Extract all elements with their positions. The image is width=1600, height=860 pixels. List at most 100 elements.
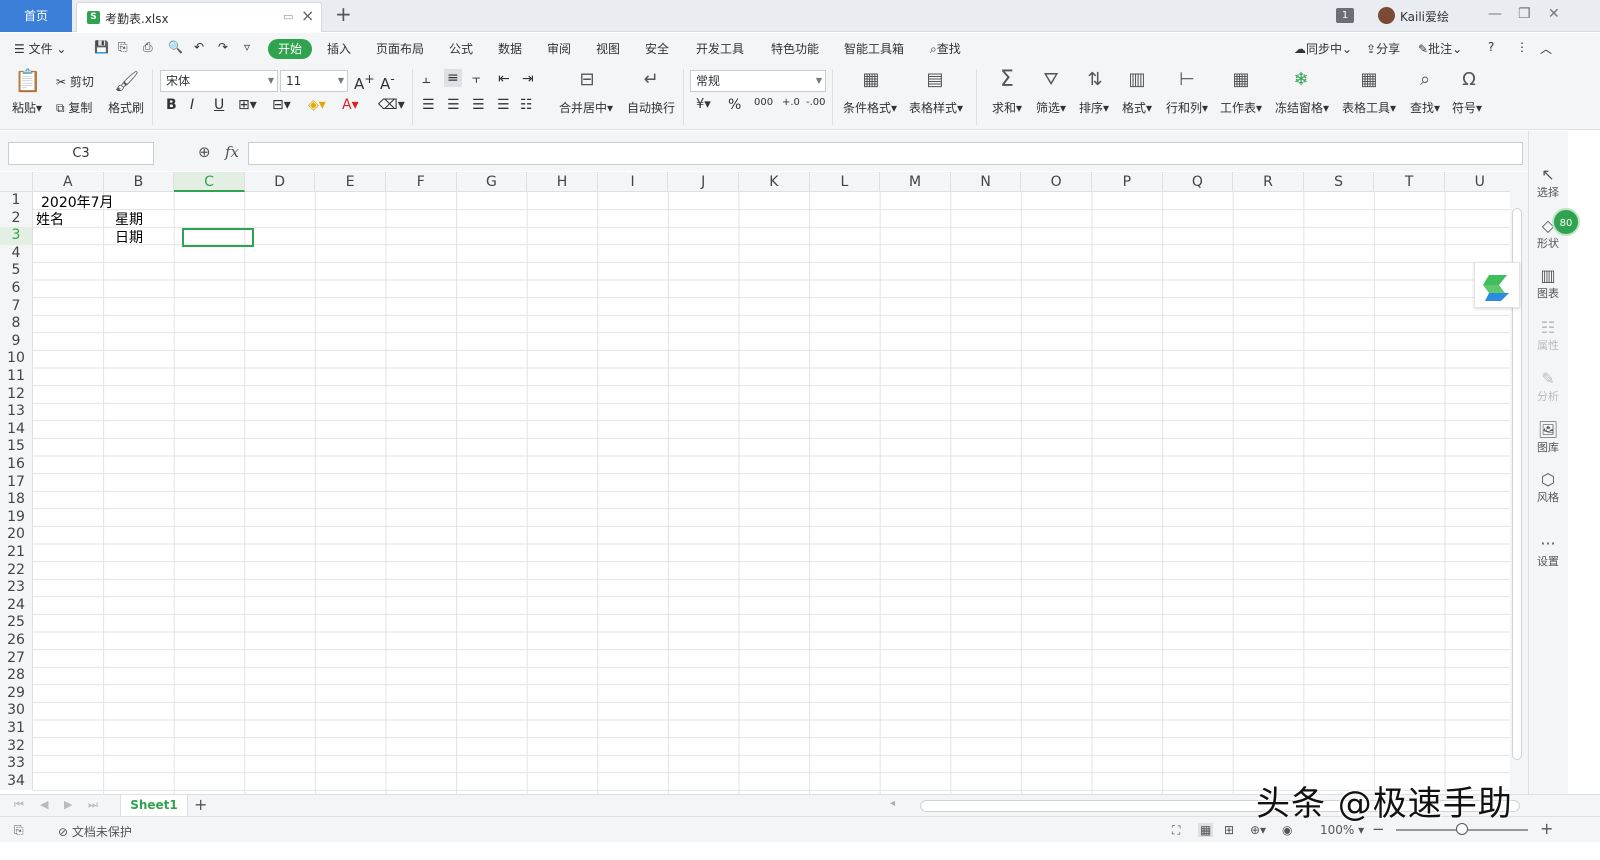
- row-header-25[interactable]: 25: [0, 614, 33, 632]
- align-bottom-button[interactable]: ⫟: [472, 71, 480, 87]
- file-menu[interactable]: ☰ 文件 ⌄: [14, 40, 66, 57]
- column-header-U[interactable]: U: [1445, 172, 1510, 192]
- menu-tab-security[interactable]: 安全: [645, 40, 669, 57]
- align-middle-button[interactable]: ≡: [444, 69, 462, 87]
- prev-sheet-icon[interactable]: ◀: [40, 798, 48, 811]
- align-center-button[interactable]: ☰: [447, 97, 460, 113]
- row-header-34[interactable]: 34: [0, 772, 33, 791]
- cell-B3[interactable]: 日期: [115, 230, 143, 247]
- wrap-text-icon[interactable]: ↵: [638, 69, 664, 90]
- fullscreen-icon[interactable]: ⛶: [1172, 823, 1180, 838]
- cell-A1[interactable]: 2020年7月: [41, 195, 114, 212]
- font-size-select[interactable]: 11 ▼: [280, 70, 348, 92]
- row-header-10[interactable]: 10: [0, 350, 33, 368]
- page-layout-view-icon[interactable]: ⊕▾: [1250, 823, 1266, 837]
- window-pin-icon[interactable]: ▭: [283, 10, 293, 23]
- row-header-33[interactable]: 33: [0, 755, 33, 773]
- column-header-S[interactable]: S: [1303, 172, 1375, 192]
- user-avatar[interactable]: [1378, 7, 1395, 24]
- row-col-button[interactable]: 行和列▾: [1166, 99, 1208, 116]
- percent-button[interactable]: %: [728, 97, 741, 113]
- underline-button[interactable]: U: [214, 97, 224, 113]
- filter-icon[interactable]: ⛛: [1038, 69, 1064, 90]
- find-button[interactable]: 查找▾: [1410, 99, 1440, 116]
- row-header-22[interactable]: 22: [0, 561, 33, 580]
- decrease-font-size-button[interactable]: A-: [380, 71, 395, 93]
- side-properties[interactable]: ☷ 属性: [1530, 318, 1566, 353]
- share-button[interactable]: ⇪分享: [1366, 40, 1400, 57]
- last-sheet-icon[interactable]: ⏭: [88, 798, 98, 812]
- row-header-5[interactable]: 5: [0, 262, 33, 280]
- side-style[interactable]: ⬡ 风格: [1530, 470, 1566, 505]
- row-header-16[interactable]: 16: [0, 456, 33, 474]
- bold-button[interactable]: B: [166, 97, 177, 113]
- side-select[interactable]: ↖ 选择: [1530, 165, 1566, 200]
- macro-icon[interactable]: ⎘: [14, 823, 24, 838]
- row-header-11[interactable]: 11: [0, 368, 33, 386]
- row-header-1[interactable]: 1: [0, 192, 33, 210]
- row-header-29[interactable]: 29: [0, 684, 33, 703]
- table-tools-button[interactable]: 表格工具▾: [1342, 99, 1396, 116]
- row-header-20[interactable]: 20: [0, 526, 33, 544]
- collapse-ribbon-icon[interactable]: ︿: [1540, 40, 1552, 57]
- side-chart[interactable]: ▥ 图表: [1530, 266, 1566, 301]
- worksheet-button[interactable]: 工作表▾: [1220, 99, 1262, 116]
- more-options-icon[interactable]: ⋮: [1516, 40, 1528, 54]
- paste-icon[interactable]: 📋: [14, 69, 42, 94]
- row-header-32[interactable]: 32: [0, 737, 33, 756]
- column-header-Q[interactable]: Q: [1162, 172, 1234, 192]
- column-header-D[interactable]: D: [244, 172, 316, 192]
- export-icon[interactable]: ⎘: [118, 40, 128, 55]
- row-header-15[interactable]: 15: [0, 438, 33, 456]
- row-header-30[interactable]: 30: [0, 702, 33, 720]
- distributed-align-button[interactable]: ☷: [520, 97, 533, 113]
- column-header-M[interactable]: M: [880, 172, 951, 192]
- row-header-6[interactable]: 6: [0, 280, 33, 298]
- format-painter-icon[interactable]: 🖌: [114, 69, 139, 93]
- symbol-icon[interactable]: Ω: [1456, 69, 1482, 90]
- column-header-B[interactable]: B: [103, 172, 175, 192]
- zoom-level[interactable]: 100% ▾: [1320, 823, 1364, 837]
- row-header-21[interactable]: 21: [0, 544, 33, 562]
- zoom-in-icon[interactable]: +: [1540, 819, 1553, 838]
- sort-icon[interactable]: ⇅: [1082, 69, 1108, 90]
- row-header-18[interactable]: 18: [0, 491, 33, 509]
- column-header-K[interactable]: K: [739, 172, 810, 192]
- freeze-panes-icon[interactable]: ❄: [1288, 69, 1314, 90]
- column-header-C[interactable]: C: [174, 172, 245, 192]
- row-header-24[interactable]: 24: [0, 596, 33, 615]
- freeze-panes-button[interactable]: 冻结窗格▾: [1275, 99, 1329, 116]
- conditional-format-button[interactable]: 条件格式▾: [843, 99, 897, 116]
- minimize-icon[interactable]: —: [1488, 6, 1502, 22]
- row-header-23[interactable]: 23: [0, 579, 33, 597]
- italic-button[interactable]: I: [190, 97, 194, 113]
- cut-button[interactable]: ✂ 剪切: [56, 73, 94, 90]
- menu-tab-page-layout[interactable]: 页面布局: [376, 40, 424, 57]
- save-icon[interactable]: 💾: [94, 40, 109, 54]
- row-header-31[interactable]: 31: [0, 720, 33, 738]
- cell-B2[interactable]: 星期: [115, 212, 143, 229]
- eye-protection-icon[interactable]: ◉: [1282, 823, 1292, 837]
- table-tools-icon[interactable]: ▦: [1356, 69, 1382, 90]
- paste-button[interactable]: 粘贴▾: [12, 99, 42, 116]
- copy-button[interactable]: ⧉ 复制: [56, 99, 92, 116]
- row-header-2[interactable]: 2: [0, 209, 33, 228]
- decrease-decimal-button[interactable]: -.00: [806, 97, 826, 108]
- font-color-button[interactable]: A▾: [342, 97, 359, 113]
- column-header-O[interactable]: O: [1021, 172, 1092, 192]
- column-header-G[interactable]: G: [456, 172, 528, 192]
- score-badge[interactable]: 80: [1552, 208, 1580, 236]
- column-header-P[interactable]: P: [1092, 172, 1163, 192]
- normal-view-icon[interactable]: ▦: [1198, 823, 1214, 837]
- format-button[interactable]: 格式▾: [1122, 99, 1152, 116]
- menu-tab-formula[interactable]: 公式: [449, 40, 473, 57]
- row-header-17[interactable]: 17: [0, 473, 33, 492]
- align-right-button[interactable]: ☰: [472, 97, 485, 113]
- sync-button[interactable]: ☁同步中⌄: [1294, 40, 1352, 57]
- row-header-3[interactable]: 3: [0, 227, 33, 245]
- conditional-format-icon[interactable]: ▦: [858, 69, 884, 90]
- row-header-26[interactable]: 26: [0, 632, 33, 650]
- align-left-button[interactable]: ☰: [422, 97, 435, 113]
- column-header-A[interactable]: A: [33, 172, 104, 192]
- user-name[interactable]: Kaili爱绘: [1400, 8, 1449, 25]
